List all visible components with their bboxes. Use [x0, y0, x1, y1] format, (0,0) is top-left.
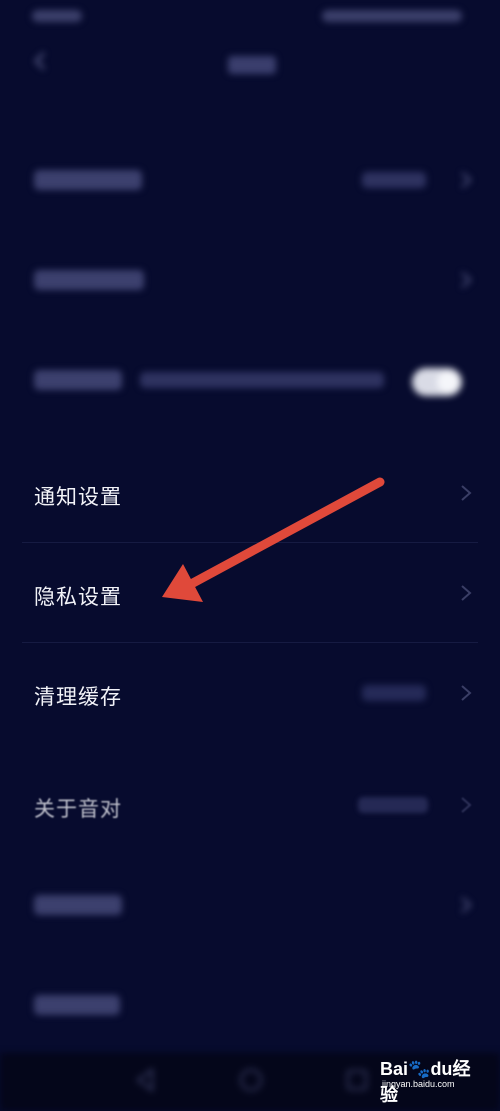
watermark-domain: jingyan.baidu.com	[382, 1079, 455, 1089]
annotation-arrow	[162, 477, 385, 602]
watermark-brand-du: du	[430, 1059, 453, 1079]
paw-icon: 🐾	[408, 1059, 431, 1079]
baidu-watermark: Bai🐾du经验 jingyan.baidu.com	[378, 1055, 474, 1105]
watermark-brand-bai: Bai	[380, 1059, 409, 1079]
screen: { "settings": { "items": [ {"label": "通知…	[0, 0, 500, 1111]
